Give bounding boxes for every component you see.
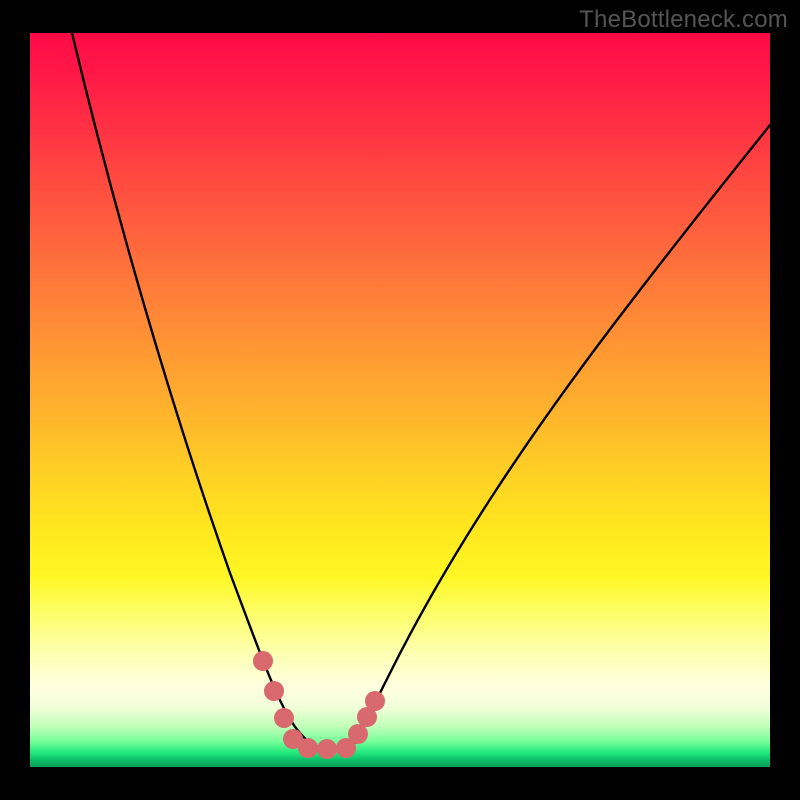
curve-layer xyxy=(30,33,770,767)
highlight-markers xyxy=(253,651,385,759)
chart-frame: TheBottleneck.com xyxy=(0,0,800,800)
bottleneck-curve xyxy=(72,33,770,748)
plot-area xyxy=(30,33,770,767)
attribution-text: TheBottleneck.com xyxy=(579,6,788,34)
